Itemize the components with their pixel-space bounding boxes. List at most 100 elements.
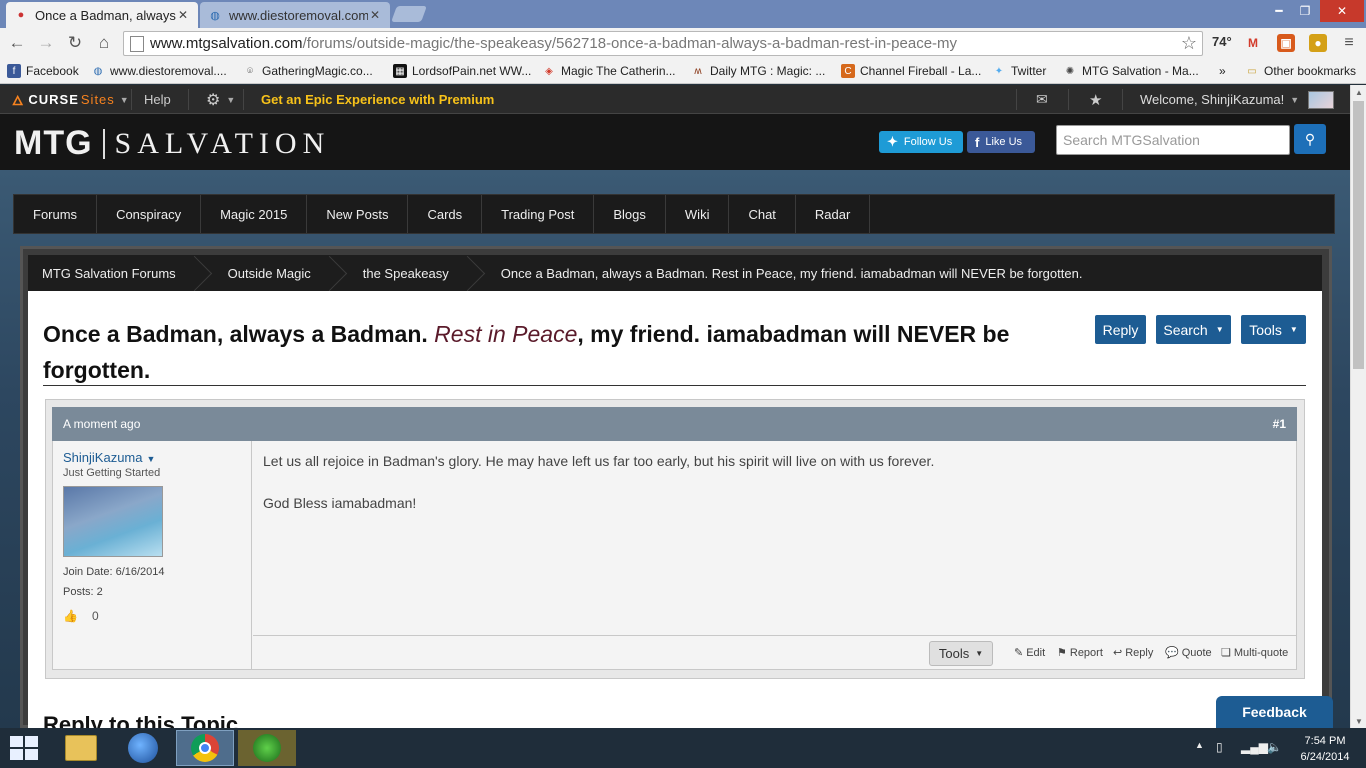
volume-icon[interactable]: 🔈 bbox=[1267, 740, 1282, 754]
close-tab-icon[interactable]: ✕ bbox=[176, 8, 190, 22]
chrome-taskbar-icon[interactable] bbox=[176, 730, 234, 766]
breadcrumb-outside-magic[interactable]: Outside Magic bbox=[204, 255, 325, 291]
curse-logo[interactable]: 🜂 CURSE Sites ▼ bbox=[12, 85, 130, 114]
search-icon[interactable]: ⚲ bbox=[1294, 124, 1326, 154]
extension-icon[interactable]: ▣ bbox=[1277, 34, 1295, 52]
maximize-icon[interactable]: ❐ bbox=[1292, 0, 1318, 22]
reply-post-link[interactable]: ↩ Reply bbox=[1113, 646, 1153, 660]
nav-trading-post[interactable]: Trading Post bbox=[482, 195, 595, 233]
other-bookmarks[interactable]: ▭ Other bookmarks bbox=[1245, 61, 1356, 81]
chevron-down-icon: ▼ bbox=[119, 94, 130, 105]
bookmark-twitter[interactable]: ✦ Twitter bbox=[992, 61, 1047, 81]
help-link[interactable]: Help bbox=[144, 85, 171, 114]
feedback-button[interactable]: Feedback bbox=[1216, 696, 1333, 728]
reply-button[interactable]: Reply bbox=[1095, 315, 1146, 344]
folder-icon: ▭ bbox=[1247, 65, 1257, 77]
new-tab-button[interactable] bbox=[391, 6, 427, 22]
coin-extension-icon[interactable]: ● bbox=[1309, 34, 1327, 52]
bookmark-mtg-salvation[interactable]: ✺ MTG Salvation - Ma... bbox=[1063, 61, 1199, 81]
bookmarks-overflow-button[interactable]: » bbox=[1219, 61, 1226, 81]
nav-cards[interactable]: Cards bbox=[408, 195, 483, 233]
close-window-icon[interactable]: ✕ bbox=[1320, 0, 1364, 22]
post-footer-divider bbox=[253, 635, 1296, 636]
user-avatar[interactable] bbox=[63, 486, 163, 557]
user-avatar-mini[interactable] bbox=[1308, 91, 1334, 109]
user-rank: Just Getting Started bbox=[63, 467, 161, 479]
scroll-up-icon[interactable]: ▲ bbox=[1351, 85, 1366, 99]
twitter-follow-button[interactable]: ✦ Follow Us bbox=[879, 131, 963, 153]
premium-link[interactable]: Get an Epic Experience with Premium bbox=[261, 85, 494, 114]
page-scrollbar[interactable]: ▲ ▼ bbox=[1350, 85, 1366, 728]
breadcrumb-speakeasy[interactable]: the Speakeasy bbox=[339, 255, 463, 291]
nav-conspiracy[interactable]: Conspiracy bbox=[97, 195, 202, 233]
bookmark-magic-the-gathering[interactable]: ◈ Magic The Catherin... bbox=[542, 61, 675, 81]
tray-expand-icon[interactable]: ▲ bbox=[1195, 740, 1204, 750]
weather-extension[interactable]: 74° bbox=[1212, 34, 1232, 49]
bookmark-gatheringmagic[interactable]: ⌾ GatheringMagic.co... bbox=[243, 61, 373, 81]
welcome-user-menu[interactable]: Welcome, ShinjiKazuma! ▼ bbox=[1140, 85, 1299, 114]
tab-diestoremoval[interactable]: ◍ www.diestoremoval.com ✕ bbox=[200, 2, 390, 28]
post-tools-button[interactable]: Tools ▼ bbox=[929, 641, 993, 666]
site-search-input[interactable]: Search MTGSalvation bbox=[1056, 125, 1290, 155]
scroll-down-icon[interactable]: ▼ bbox=[1351, 714, 1366, 728]
quote-post-link[interactable]: 💬 Quote bbox=[1165, 646, 1212, 660]
curse-top-bar: 🜂 CURSE Sites ▼ Help ⚙ ▼ Get an Epic Experie… bbox=[0, 85, 1350, 114]
breadcrumb-forums[interactable]: MTG Salvation Forums bbox=[28, 255, 190, 291]
title-divider bbox=[43, 385, 1306, 386]
post-number-link[interactable]: #1 bbox=[1273, 417, 1286, 431]
taskbar-clock[interactable]: 7:54 PM 6/24/2014 bbox=[1296, 733, 1354, 765]
edit-post-link[interactable]: ✎ Edit bbox=[1014, 646, 1045, 660]
speech-bubble-icon: 💬 bbox=[1165, 647, 1179, 659]
facebook-like-button[interactable]: f Like Us bbox=[967, 131, 1035, 153]
nav-forums[interactable]: Forums bbox=[14, 195, 98, 233]
reload-icon[interactable]: ↻ bbox=[64, 32, 86, 54]
bookmark-diestoremoval[interactable]: ◍ www.diestoremoval.... bbox=[91, 61, 227, 81]
minimize-icon[interactable]: ━ bbox=[1266, 0, 1292, 22]
mtg-salvation-logo[interactable]: MTG SALVATION bbox=[14, 124, 330, 163]
breadcrumb-current-thread: Once a Badman, always a Badman. Rest in … bbox=[500, 265, 1083, 281]
tray-device-icon[interactable]: ▯ bbox=[1216, 740, 1223, 754]
tab-mtgsalvation[interactable]: ● Once a Badman, always a ✕ bbox=[6, 2, 198, 28]
favorites-star-icon[interactable]: ★ bbox=[1089, 85, 1102, 114]
scrollbar-thumb[interactable] bbox=[1353, 101, 1364, 369]
twitter-bird-icon: ✦ bbox=[887, 134, 898, 149]
caret-down-icon: ▼ bbox=[1215, 325, 1224, 334]
nav-wiki[interactable]: Wiki bbox=[666, 195, 730, 233]
curse-flame-icon: 🜂 bbox=[12, 92, 25, 108]
user-join-date: Join Date: 6/16/2014 bbox=[63, 566, 165, 578]
nav-chat[interactable]: Chat bbox=[729, 195, 796, 233]
nav-radar[interactable]: Radar bbox=[796, 195, 871, 233]
gmail-icon[interactable]: M bbox=[1244, 34, 1262, 52]
thumbs-up-icon[interactable]: 👍 bbox=[63, 609, 78, 623]
forward-icon[interactable]: → bbox=[35, 32, 57, 54]
url-host: www.mtgsalvation.com bbox=[150, 35, 303, 52]
bookmark-lordsofpain[interactable]: ▦ LordsofPain.net WW... bbox=[393, 61, 531, 81]
menu-icon[interactable]: ≡ bbox=[1340, 34, 1358, 52]
nav-magic-2015[interactable]: Magic 2015 bbox=[201, 195, 308, 233]
home-icon[interactable]: ⌂ bbox=[93, 32, 115, 54]
multiquote-post-link[interactable]: ❏ Multi-quote bbox=[1221, 646, 1288, 660]
tools-button[interactable]: Tools ▼ bbox=[1241, 315, 1306, 344]
bookmark-daily-mtg[interactable]: ʍ Daily MTG : Magic: ... bbox=[691, 61, 825, 81]
windows-start-icon[interactable] bbox=[10, 736, 38, 760]
bookmark-facebook[interactable]: f Facebook bbox=[7, 61, 79, 81]
network-signal-icon[interactable]: ▂▄▆ bbox=[1241, 740, 1268, 754]
search-thread-button[interactable]: Search ▼ bbox=[1156, 315, 1231, 344]
settings-gear-icon[interactable]: ⚙ ▼ bbox=[206, 85, 235, 114]
main-nav: Forums Conspiracy Magic 2015 New Posts C… bbox=[13, 194, 1335, 234]
report-post-link[interactable]: ⚑ Report bbox=[1057, 646, 1103, 660]
back-icon[interactable]: ← bbox=[6, 32, 28, 54]
browser-toolbar: ← → ↻ ⌂ www.mtgsalvation.com/forums/outs… bbox=[0, 28, 1366, 58]
nav-new-posts[interactable]: New Posts bbox=[307, 195, 409, 233]
thunderbird-icon[interactable] bbox=[114, 730, 172, 766]
address-bar[interactable]: www.mtgsalvation.com/forums/outside-magi… bbox=[123, 31, 1203, 56]
file-explorer-icon[interactable] bbox=[52, 730, 110, 766]
nav-blogs[interactable]: Blogs bbox=[594, 195, 666, 233]
bookmark-star-icon[interactable]: ☆ bbox=[1181, 33, 1197, 54]
post-username[interactable]: ShinjiKazuma ▼ bbox=[63, 450, 155, 465]
close-tab-icon[interactable]: ✕ bbox=[368, 8, 382, 22]
bookmark-channel-fireball[interactable]: C Channel Fireball - La... bbox=[841, 61, 981, 81]
green-app-icon[interactable] bbox=[238, 730, 296, 766]
tab-title: Once a Badman, always a bbox=[35, 7, 176, 23]
messages-envelope-icon[interactable]: ✉ bbox=[1036, 85, 1048, 114]
